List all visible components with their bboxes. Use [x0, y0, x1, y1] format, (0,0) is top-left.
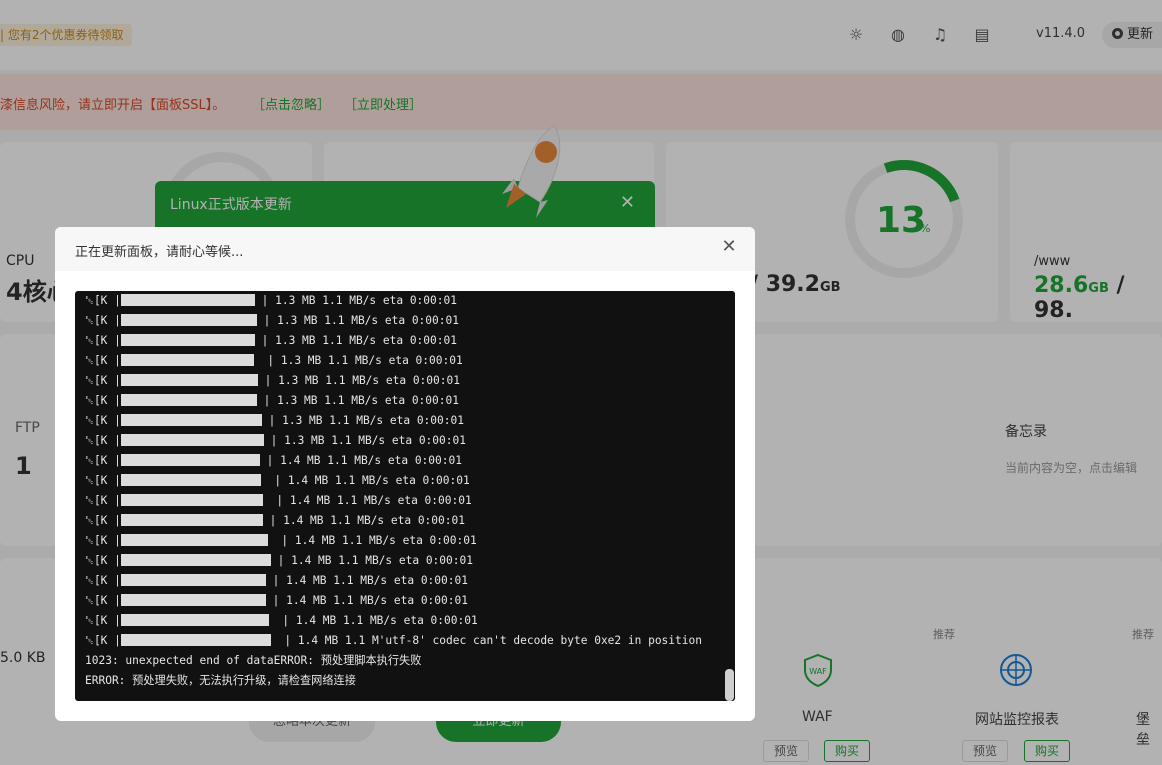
- download-progress-bar: [120, 414, 262, 426]
- download-progress-bar: [120, 474, 261, 486]
- log-line: ␛[K | | 1.4 MB 1.1 MB/s eta 0:00:01: [85, 571, 715, 591]
- log-line: 1023: unexpected end of dataERROR: 预处理脚本…: [85, 651, 715, 671]
- download-progress-bar: [120, 314, 257, 326]
- download-progress-bar: [120, 634, 271, 646]
- log-line-prefix: ␛[K |: [85, 354, 121, 367]
- log-line-prefix: ␛[K |: [85, 594, 121, 607]
- download-progress-bar: [120, 554, 271, 566]
- download-progress-bar: [120, 534, 268, 546]
- update-log: ␛[K | | 1.3 MB 1.1 MB/s eta 0:00:01 ␛[K |…: [85, 291, 715, 691]
- log-line-prefix: ␛[K |: [85, 634, 121, 647]
- log-line-text: | 1.3 MB 1.1 MB/s eta 0:00:01: [253, 354, 463, 367]
- progress-modal-title: 正在更新面板，请耐心等候...: [75, 245, 244, 260]
- log-line-text: | 1.3 MB 1.1 MB/s eta 0:00:01: [256, 394, 459, 407]
- log-line-text: | 1.4 MB 1.1 MB/s eta 0:00:01: [259, 454, 462, 467]
- log-line-text: 1023: unexpected end of dataERROR: 预处理脚本…: [85, 654, 422, 667]
- download-progress-bar: [120, 394, 257, 406]
- log-line-text: | 1.3 MB 1.1 MB/s eta 0:00:01: [256, 314, 459, 327]
- log-line-prefix: ␛[K |: [85, 414, 121, 427]
- log-line-text: | 1.4 MB 1.1 MB/s eta 0:00:01: [268, 614, 478, 627]
- log-line: ␛[K | | 1.3 MB 1.1 MB/s eta 0:00:01: [85, 371, 715, 391]
- log-line-prefix: ␛[K |: [85, 454, 121, 467]
- log-line-text: | 1.4 MB 1.1 MB/s eta 0:00:01: [265, 594, 468, 607]
- log-line-text: | 1.4 MB 1.1 MB/s eta 0:00:01: [262, 514, 465, 527]
- download-progress-bar: [120, 334, 255, 346]
- log-line-text: | 1.3 MB 1.1 MB/s eta 0:00:01: [263, 434, 466, 447]
- log-line: ␛[K | | 1.4 MB 1.1 MB/s eta 0:00:01: [85, 471, 715, 491]
- download-progress-bar: [120, 294, 255, 306]
- download-progress-bar: [120, 454, 260, 466]
- download-progress-bar: [120, 494, 263, 506]
- log-line-text: | 1.3 MB 1.1 MB/s eta 0:00:01: [257, 374, 460, 387]
- log-line-prefix: ␛[K |: [85, 294, 121, 307]
- log-line: ␛[K | | 1.3 MB 1.1 MB/s eta 0:00:01: [85, 311, 715, 331]
- log-line: ␛[K | | 1.3 MB 1.1 MB/s eta 0:00:01: [85, 331, 715, 351]
- log-line-prefix: ␛[K |: [85, 534, 121, 547]
- log-line-prefix: ␛[K |: [85, 554, 121, 567]
- log-line-prefix: ␛[K |: [85, 434, 121, 447]
- log-line: ␛[K | | 1.4 MB 1.1 M'utf-8' codec can't …: [85, 631, 715, 651]
- log-line-text: | 1.4 MB 1.1 MB/s eta 0:00:01: [267, 534, 477, 547]
- log-scrollbar-track[interactable]: [723, 291, 735, 701]
- log-line: ␛[K | | 1.4 MB 1.1 MB/s eta 0:00:01: [85, 591, 715, 611]
- log-line-text: | 1.4 MB 1.1 MB/s eta 0:00:01: [265, 574, 468, 587]
- log-line-text: | 1.4 MB 1.1 MB/s eta 0:00:01: [262, 494, 472, 507]
- log-line-text: ERROR: 预处理失败，无法执行升级，请检查网络连接: [85, 674, 356, 687]
- log-line: ␛[K | | 1.3 MB 1.1 MB/s eta 0:00:01: [85, 291, 715, 311]
- update-progress-modal: 正在更新面板，请耐心等候... ✕ ␛[K | | 1.3 MB 1.1 MB/…: [55, 227, 755, 721]
- log-line-prefix: ␛[K |: [85, 614, 121, 627]
- log-line: ERROR: 预处理失败，无法执行升级，请检查网络连接: [85, 671, 715, 691]
- log-scrollbar-thumb[interactable]: [725, 669, 734, 701]
- close-icon[interactable]: ✕: [719, 237, 739, 257]
- update-log-terminal[interactable]: ␛[K | | 1.3 MB 1.1 MB/s eta 0:00:01 ␛[K |…: [75, 291, 735, 701]
- log-line-prefix: ␛[K |: [85, 474, 121, 487]
- log-line-prefix: ␛[K |: [85, 574, 121, 587]
- log-line: ␛[K | | 1.3 MB 1.1 MB/s eta 0:00:01: [85, 411, 715, 431]
- download-progress-bar: [120, 614, 269, 626]
- download-progress-bar: [120, 514, 263, 526]
- log-line: ␛[K | | 1.4 MB 1.1 MB/s eta 0:00:01: [85, 511, 715, 531]
- log-line: ␛[K | | 1.3 MB 1.1 MB/s eta 0:00:01: [85, 351, 715, 371]
- progress-modal-header: 正在更新面板，请耐心等候... ✕: [55, 227, 755, 271]
- log-line-text: | 1.4 MB 1.1 MB/s eta 0:00:01: [260, 474, 470, 487]
- download-progress-bar: [120, 354, 254, 366]
- log-line: ␛[K | | 1.4 MB 1.1 MB/s eta 0:00:01: [85, 611, 715, 631]
- log-line-text: | 1.3 MB 1.1 MB/s eta 0:00:01: [261, 414, 464, 427]
- log-line-prefix: ␛[K |: [85, 514, 121, 527]
- log-line-prefix: ␛[K |: [85, 334, 121, 347]
- log-line: ␛[K | | 1.3 MB 1.1 MB/s eta 0:00:01: [85, 431, 715, 451]
- log-line: ␛[K | | 1.4 MB 1.1 MB/s eta 0:00:01: [85, 491, 715, 511]
- download-progress-bar: [120, 594, 266, 606]
- log-line-prefix: ␛[K |: [85, 494, 121, 507]
- log-line-text: | 1.3 MB 1.1 MB/s eta 0:00:01: [254, 294, 457, 307]
- log-line-prefix: ␛[K |: [85, 314, 121, 327]
- log-line-text: | 1.4 MB 1.1 MB/s eta 0:00:01: [270, 554, 473, 567]
- log-line-prefix: ␛[K |: [85, 394, 121, 407]
- log-line-text: | 1.3 MB 1.1 MB/s eta 0:00:01: [254, 334, 457, 347]
- download-progress-bar: [120, 574, 266, 586]
- log-line-prefix: ␛[K |: [85, 374, 121, 387]
- log-line: ␛[K | | 1.4 MB 1.1 MB/s eta 0:00:01: [85, 551, 715, 571]
- log-line: ␛[K | | 1.4 MB 1.1 MB/s eta 0:00:01: [85, 451, 715, 471]
- log-line-text: | 1.4 MB 1.1 M'utf-8' codec can't decode…: [270, 634, 702, 647]
- log-line: ␛[K | | 1.4 MB 1.1 MB/s eta 0:00:01: [85, 531, 715, 551]
- download-progress-bar: [120, 374, 258, 386]
- download-progress-bar: [120, 434, 264, 446]
- log-line: ␛[K | | 1.3 MB 1.1 MB/s eta 0:00:01: [85, 391, 715, 411]
